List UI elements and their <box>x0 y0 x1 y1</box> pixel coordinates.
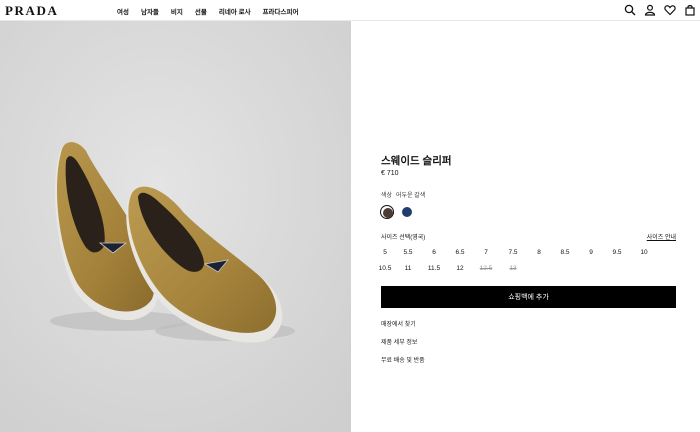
swatch-fill <box>383 208 393 218</box>
nav-item-men[interactable]: 남자들 <box>141 6 159 16</box>
size-option[interactable]: 10 <box>631 249 657 256</box>
size-option[interactable]: 6 <box>421 249 447 256</box>
size-option[interactable]: 7.5 <box>500 249 526 256</box>
product-details-link[interactable]: 제품 세부 정보 <box>381 337 417 346</box>
color-swatch-dark-brown[interactable] <box>380 205 394 219</box>
nav-item-linea-rossa[interactable]: 리네아 로사 <box>219 6 251 16</box>
search-icon[interactable] <box>624 4 636 16</box>
color-label-text: 색상 <box>381 193 393 199</box>
nav-item-biz[interactable]: 비지 <box>171 6 183 16</box>
size-option[interactable]: 9 <box>578 249 604 256</box>
color-label: 색상 어두운 갈색 <box>381 190 429 199</box>
swatch-fill <box>402 207 412 217</box>
size-option[interactable]: 11 <box>395 265 421 272</box>
color-value: 어두운 갈색 <box>396 193 426 199</box>
product-title: 스웨이드 슬리퍼 <box>381 155 452 167</box>
size-option[interactable]: 9.5 <box>604 249 630 256</box>
find-in-store-link[interactable]: 매장에서 찾기 <box>381 319 416 328</box>
top-header: PRADA 여성 남자들 비지 선물 리네아 로사 프라다스피어 <box>0 0 700 21</box>
bag-icon[interactable] <box>684 4 696 16</box>
shipping-returns-link[interactable]: 무료 배송 및 반품 <box>381 355 425 364</box>
heart-icon[interactable] <box>664 4 676 16</box>
size-select-label: 사이즈 선택(영국) <box>381 235 426 241</box>
size-option[interactable]: 7 <box>473 249 499 256</box>
size-option[interactable]: 8.5 <box>552 249 578 256</box>
product-image[interactable] <box>0 21 351 432</box>
main-nav: 여성 남자들 비지 선물 리네아 로사 프라다스피어 <box>117 6 310 16</box>
size-option[interactable]: 11.5 <box>421 265 447 272</box>
size-option[interactable]: 8 <box>526 249 552 256</box>
user-icon[interactable] <box>644 4 656 16</box>
nav-item-women[interactable]: 여성 <box>117 6 129 16</box>
nav-item-pradasphere[interactable]: 프라다스피어 <box>263 6 299 16</box>
size-option[interactable]: 12 <box>447 265 473 272</box>
size-option-sold-out[interactable]: 13 <box>500 265 526 272</box>
slippers-photo <box>0 21 351 432</box>
size-guide-link[interactable]: 사이즈 안내 <box>647 232 676 241</box>
add-to-bag-button[interactable]: 쇼핑백에 추가 <box>381 286 676 308</box>
size-option[interactable]: 5.5 <box>395 249 421 256</box>
color-swatch-navy[interactable] <box>400 205 414 219</box>
size-option[interactable]: 6.5 <box>447 249 473 256</box>
size-option-sold-out[interactable]: 12.5 <box>473 265 499 272</box>
header-icons <box>624 4 696 16</box>
prada-logo[interactable]: PRADA <box>5 3 59 19</box>
nav-item-gifts[interactable]: 선물 <box>195 6 207 16</box>
product-info-panel: 스웨이드 슬리퍼 € 710 색상 어두운 갈색 사이즈 선택(영국) 사이즈 안… <box>351 21 700 432</box>
product-price: € 710 <box>381 170 399 177</box>
